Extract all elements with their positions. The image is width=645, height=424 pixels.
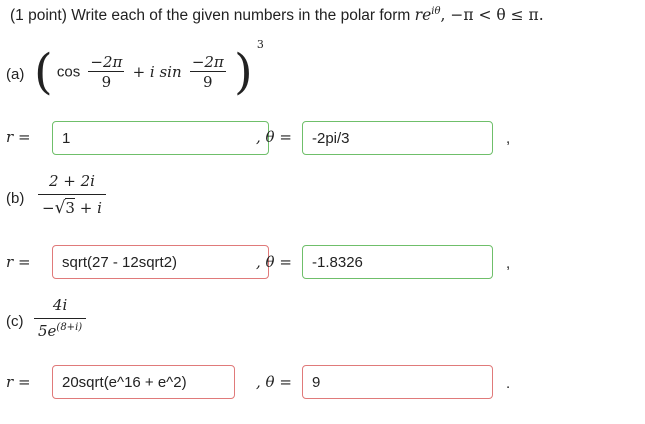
part-a-expression: ( cos −2π 9 + i sin −2π 9 ) 3	[34, 37, 264, 100]
comma-a: ,	[506, 130, 511, 147]
part-b-numerator: 2 + 2i	[48, 172, 95, 190]
r-input-a[interactable]	[52, 121, 269, 155]
points-label: (1 point)	[10, 7, 67, 25]
theta-label-a: , θ =	[256, 128, 292, 146]
part-c-label: (c)	[6, 313, 24, 330]
isin-text: + i sin	[132, 63, 182, 81]
theta-input-c[interactable]	[302, 365, 493, 399]
theta-input-b[interactable]	[302, 245, 493, 279]
period-c: .	[506, 375, 511, 392]
part-b-label: (b)	[6, 190, 25, 207]
part-b-denominator: −√3 + i	[38, 194, 106, 218]
comma-b: ,	[506, 255, 511, 272]
theta-input-a[interactable]	[302, 121, 493, 155]
cos-text: cos	[56, 63, 81, 81]
problem-header: (1 point) Write each of the given number…	[10, 6, 544, 25]
part-b-fraction: 2 + 2i −√3 + i	[38, 170, 106, 218]
part-c-denominator: 5e(8+i)	[34, 318, 87, 340]
r-label-a: r =	[6, 128, 31, 146]
polar-form: re	[414, 6, 432, 25]
power-3: 3	[256, 37, 264, 51]
part-c-numerator: 4i	[52, 296, 68, 314]
r-label-b: r =	[6, 253, 31, 271]
instruction-text: Write each of the given numbers in the p…	[71, 7, 411, 25]
part-a-label: (a)	[6, 66, 25, 83]
fraction-2: −2π 9	[189, 53, 226, 91]
theta-range: , −π < θ ≤ π.	[440, 6, 544, 25]
r-label-c: r =	[6, 373, 31, 391]
fraction-1: −2π 9	[88, 53, 125, 91]
r-input-b[interactable]	[52, 245, 269, 279]
theta-label-b: , θ =	[256, 253, 292, 271]
part-c-fraction: 4i 5e(8+i)	[34, 294, 87, 340]
theta-label-c: , θ =	[256, 373, 292, 391]
r-input-c[interactable]	[52, 365, 235, 399]
